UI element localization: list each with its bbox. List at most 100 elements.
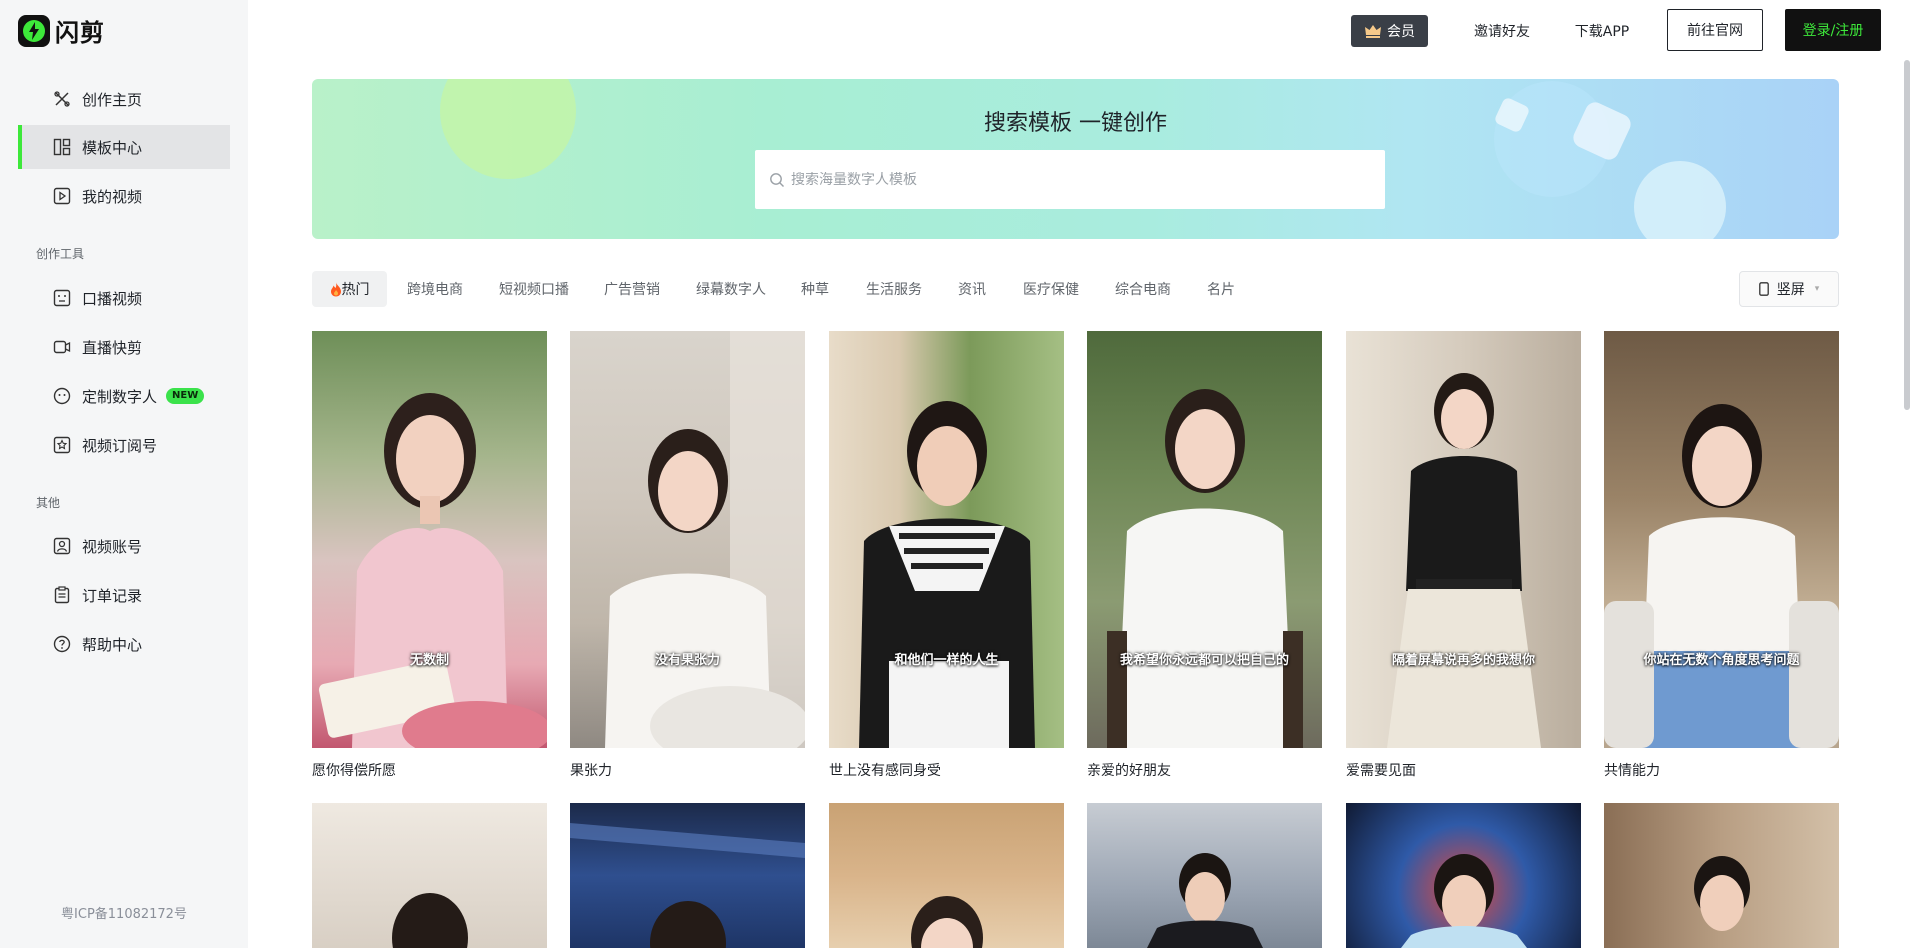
sidebar-item-live-clip[interactable]: 直播快剪: [18, 325, 230, 369]
avatar-face-icon: [53, 387, 71, 405]
sidebar-item-label: 视频订阅号: [82, 436, 158, 455]
tab-business-card[interactable]: 名片: [1200, 271, 1242, 307]
template-card[interactable]: [312, 803, 547, 948]
create-icon: [54, 91, 70, 107]
search-box[interactable]: [755, 150, 1385, 209]
tab-news[interactable]: 资讯: [951, 271, 993, 307]
template-card[interactable]: 和他们一样的人生 世上没有感同身受: [829, 331, 1064, 780]
template-thumbnail[interactable]: [1604, 803, 1839, 948]
download-app-link[interactable]: 下载APP: [1569, 15, 1635, 47]
presenter-figure: [392, 893, 468, 948]
template-card[interactable]: 你站在无数个角度思考问题 共情能力: [1604, 331, 1839, 780]
sidebar: 闪剪 创作主页 模板中心 我的视频 创作工具 口播视频 直播快剪 定制数字人 N…: [0, 0, 248, 948]
sidebar-item-create-home[interactable]: 创作主页: [18, 77, 230, 121]
presenter-figure: [1694, 856, 1750, 931]
template-card[interactable]: 隔着屏幕说再多的我想你 爱需要见面: [1346, 331, 1581, 780]
template-title: 果张力: [570, 763, 612, 779]
video-caption: 我希望你永远都可以把自己的: [1119, 653, 1289, 668]
presenter-figure: [570, 823, 805, 948]
sidebar-item-label: 定制数字人: [82, 387, 158, 406]
sidebar-item-template-center[interactable]: 模板中心: [18, 125, 230, 169]
template-thumbnail[interactable]: [1087, 803, 1322, 948]
template-thumbnail[interactable]: 和他们一样的人生: [829, 331, 1064, 748]
tab-hot[interactable]: 热门: [312, 271, 387, 307]
sidebar-item-video-account[interactable]: 视频账号: [18, 524, 230, 568]
invite-friends-link[interactable]: 邀请好友: [1466, 15, 1538, 47]
sidebar-item-orders[interactable]: 订单记录: [18, 573, 230, 617]
orientation-select[interactable]: 竖屏 ▾: [1739, 271, 1839, 307]
brand-logo[interactable]: 闪剪: [18, 13, 105, 48]
brand-name: 闪剪: [55, 19, 105, 47]
presenter-figure: [911, 896, 983, 948]
template-card[interactable]: 无数制 愿你得偿所愿: [312, 331, 547, 780]
template-thumbnail[interactable]: 我希望你永远都可以把自己的: [1087, 331, 1322, 748]
sidebar-item-help[interactable]: 帮助中心: [18, 622, 230, 666]
search-icon: [770, 172, 784, 187]
sidebar-item-label: 直播快剪: [82, 338, 143, 357]
presenter-figure: [1401, 854, 1527, 948]
template-thumbnail[interactable]: 你站在无数个角度思考问题: [1604, 331, 1839, 748]
orientation-label: 竖屏: [1776, 282, 1805, 298]
video-caption: 隔着屏幕说再多的我想你: [1391, 653, 1535, 668]
presenter-figure: [1107, 389, 1303, 748]
account-icon: [53, 537, 71, 555]
template-card[interactable]: [829, 803, 1064, 948]
sidebar-item-talk-video[interactable]: 口播视频: [18, 276, 230, 320]
chevron-down-icon: ▾: [1814, 284, 1820, 294]
search-input[interactable]: [791, 171, 1351, 188]
icp-license[interactable]: 粤ICP备11082172号: [0, 903, 248, 922]
sidebar-item-label: 帮助中心: [82, 635, 143, 654]
template-thumbnail[interactable]: 没有果张力: [570, 331, 805, 748]
sidebar-item-label: 订单记录: [82, 586, 143, 605]
sidebar-item-video-subscribe[interactable]: 视频订阅号: [18, 423, 230, 467]
vip-label: 会员: [1387, 24, 1415, 40]
phone-portrait-icon: [1758, 282, 1769, 296]
template-card[interactable]: 我希望你永远都可以把自己的 亲爱的好朋友: [1087, 331, 1322, 780]
sidebar-item-label: 模板中心: [82, 138, 143, 157]
page-scrollbar[interactable]: [1904, 60, 1910, 410]
presenter-figure: [605, 331, 805, 748]
template-card[interactable]: [1087, 803, 1322, 948]
video-icon: [53, 187, 71, 205]
order-icon: [54, 586, 70, 604]
tab-cross-border[interactable]: 跨境电商: [400, 271, 470, 307]
tab-life-services[interactable]: 生活服务: [859, 271, 929, 307]
template-title: 亲爱的好朋友: [1087, 763, 1171, 779]
sidebar-item-label: 创作主页: [82, 90, 143, 109]
template-icon: [53, 138, 71, 156]
template-thumbnail[interactable]: [1346, 803, 1581, 948]
video-caption: 没有果张力: [654, 653, 720, 668]
tab-short-video[interactable]: 短视频口播: [492, 271, 576, 307]
tab-healthcare[interactable]: 医疗保健: [1016, 271, 1086, 307]
live-clip-icon: [53, 340, 71, 354]
help-icon: [53, 635, 71, 653]
tab-advertising[interactable]: 广告营销: [597, 271, 667, 307]
presenter-figure: [1604, 404, 1839, 748]
template-thumbnail[interactable]: [829, 803, 1064, 948]
banner-title: 搜索模板 一键创作: [984, 111, 1167, 136]
template-thumbnail[interactable]: 隔着屏幕说再多的我想你: [1346, 331, 1581, 748]
template-thumbnail[interactable]: 无数制: [312, 331, 547, 748]
template-title: 爱需要见面: [1346, 763, 1416, 779]
sidebar-item-my-videos[interactable]: 我的视频: [18, 174, 230, 218]
template-thumbnail[interactable]: [312, 803, 547, 948]
template-card[interactable]: 没有果张力 果张力: [570, 331, 805, 780]
vip-button[interactable]: 会员: [1351, 15, 1428, 47]
official-site-button[interactable]: 前往官网: [1667, 9, 1763, 51]
login-register-button[interactable]: 登录/注册: [1785, 9, 1881, 51]
sidebar-item-label: 视频账号: [82, 537, 143, 556]
template-card[interactable]: [1604, 803, 1839, 948]
template-card[interactable]: [570, 803, 805, 948]
template-card[interactable]: [1346, 803, 1581, 948]
crown-icon: [1365, 25, 1381, 38]
tab-green-screen[interactable]: 绿幕数字人: [689, 271, 773, 307]
tab-seeding[interactable]: 种草: [794, 271, 836, 307]
video-caption: 你站在无数个角度思考问题: [1643, 653, 1800, 668]
sidebar-item-custom-avatar[interactable]: 定制数字人 NEW: [18, 374, 230, 418]
presenter-figure: [318, 393, 547, 748]
presenter-figure: [859, 401, 1035, 748]
template-thumbnail[interactable]: [570, 803, 805, 948]
presenter-figure: [1147, 853, 1263, 948]
video-caption: 和他们一样的人生: [894, 653, 999, 668]
tab-ecommerce[interactable]: 综合电商: [1108, 271, 1178, 307]
